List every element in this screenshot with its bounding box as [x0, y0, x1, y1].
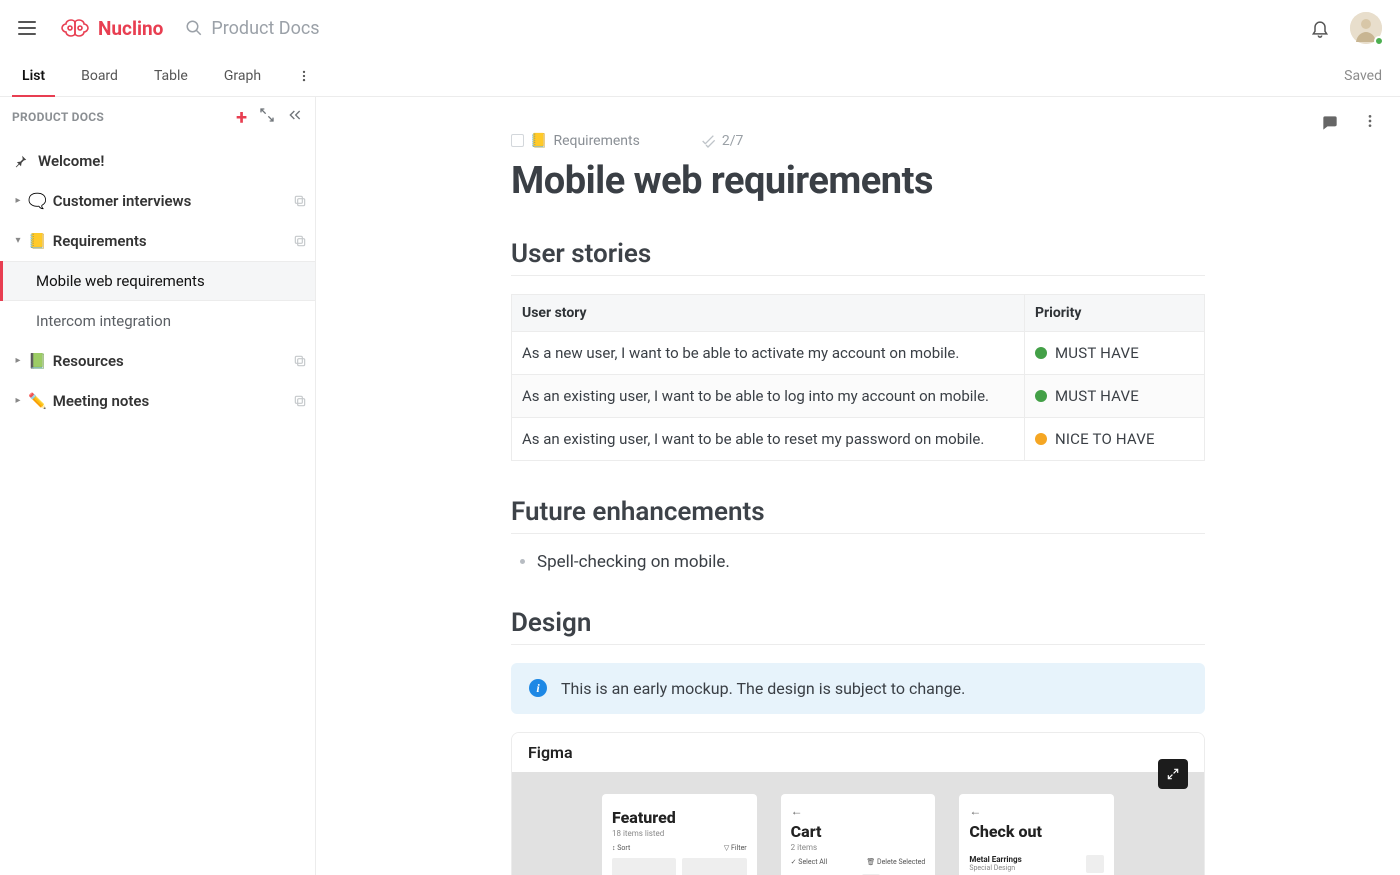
tab-board[interactable]: Board — [77, 56, 122, 96]
info-callout: i This is an early mockup. The design is… — [511, 663, 1205, 714]
sidebar-welcome[interactable]: Welcome! — [0, 141, 315, 181]
priority-dot-icon — [1035, 347, 1047, 359]
expand-icon[interactable] — [259, 107, 275, 127]
figma-frame-cart: ← Cart 2 items ✓ Select All🗑 Delete Sele… — [781, 794, 936, 875]
sidebar-welcome-label: Welcome! — [38, 152, 307, 170]
search-icon — [185, 19, 203, 37]
info-icon: i — [529, 679, 547, 697]
pencil-icon: ✏️ — [28, 392, 47, 410]
tab-table[interactable]: Table — [150, 56, 192, 96]
caret-down-icon: ▾ — [12, 235, 24, 246]
tab-more-icon[interactable] — [293, 69, 315, 83]
topbar: Nuclino Product Docs — [0, 0, 1400, 57]
logo[interactable]: Nuclino — [60, 17, 163, 40]
figma-embed[interactable]: Figma Featured 18 items listed ↕ Sort ▽ … — [511, 732, 1205, 875]
sidebar-title: PRODUCT DOCS — [12, 110, 236, 124]
sidebar-item-customer-interviews[interactable]: ▸ 🗨️ Customer interviews — [0, 181, 315, 221]
sidebar-item-requirements[interactable]: ▾ 📒 Requirements — [0, 221, 315, 261]
tasks-progress[interactable]: 2/7 — [700, 133, 744, 149]
comments-icon[interactable] — [1320, 113, 1340, 133]
table-row[interactable]: As an existing user, I want to be able t… — [512, 417, 1205, 460]
search[interactable]: Product Docs — [185, 18, 1310, 39]
future-list: Spell-checking on mobile. — [511, 552, 1205, 572]
avatar[interactable] — [1350, 12, 1382, 44]
speech-bubble-icon: 🗨️ — [28, 192, 47, 210]
sidebar-item-meeting-notes[interactable]: ▸ ✏️ Meeting notes — [0, 381, 315, 421]
heading-design[interactable]: Design — [511, 608, 1205, 645]
sidebar-item-resources[interactable]: ▸ 📗 Resources — [0, 341, 315, 381]
figma-frame-checkout: ← Check out Metal Earrings Special Desig… — [959, 794, 1114, 875]
collapse-sidebar-icon[interactable] — [287, 107, 303, 127]
table-row[interactable]: As an existing user, I want to be able t… — [512, 374, 1205, 417]
figma-label: Figma — [512, 733, 1204, 772]
brain-icon — [60, 17, 90, 39]
notebook-icon: 📒 — [28, 232, 47, 250]
table-row[interactable]: As a new user, I want to be able to acti… — [512, 331, 1205, 374]
caret-right-icon: ▸ — [12, 355, 24, 366]
list-item[interactable]: Spell-checking on mobile. — [537, 552, 1205, 572]
checkbox-icon — [511, 134, 524, 147]
tab-graph[interactable]: Graph — [220, 56, 265, 96]
user-stories-table: User story Priority As a new user, I wan… — [511, 294, 1205, 461]
bell-icon[interactable] — [1310, 18, 1330, 38]
page-title[interactable]: Mobile web requirements — [511, 159, 1205, 203]
copy-icon[interactable] — [293, 234, 307, 248]
caret-right-icon: ▸ — [12, 395, 24, 406]
breadcrumb: 📒 Requirements 2/7 — [511, 133, 1205, 149]
save-status: Saved — [1344, 68, 1382, 84]
folder-icon: 📒 — [530, 133, 547, 149]
sidebar-child-mobile-web[interactable]: Mobile web requirements — [0, 261, 315, 301]
add-page-icon[interactable]: + — [236, 107, 247, 127]
heading-future-enhancements[interactable]: Future enhancements — [511, 497, 1205, 534]
breadcrumb-parent[interactable]: 📒 Requirements — [511, 133, 640, 149]
th-user-story[interactable]: User story — [512, 294, 1025, 331]
presence-indicator — [1374, 36, 1384, 46]
caret-right-icon: ▸ — [12, 195, 24, 206]
green-book-icon: 📗 — [28, 352, 47, 370]
view-tabs: List Board Table Graph Saved — [0, 57, 1400, 97]
logo-text: Nuclino — [98, 17, 163, 40]
copy-icon[interactable] — [293, 354, 307, 368]
sidebar: PRODUCT DOCS + Welcome! — [0, 97, 316, 875]
callout-text[interactable]: This is an early mockup. The design is s… — [561, 679, 965, 698]
expand-embed-button[interactable] — [1158, 759, 1188, 789]
figma-frame-featured: Featured 18 items listed ↕ Sort ▽ Filter… — [602, 794, 757, 875]
pin-icon — [14, 154, 28, 168]
document: 📒 Requirements 2/7 Mobile web requiremen… — [511, 97, 1205, 875]
menu-toggle[interactable] — [18, 16, 42, 40]
figma-canvas: Featured 18 items listed ↕ Sort ▽ Filter… — [512, 772, 1204, 875]
priority-dot-icon — [1035, 433, 1047, 445]
tab-list[interactable]: List — [18, 56, 49, 96]
sidebar-child-intercom[interactable]: Intercom integration — [0, 301, 315, 341]
search-placeholder: Product Docs — [211, 18, 319, 39]
content-area: 📒 Requirements 2/7 Mobile web requiremen… — [316, 97, 1400, 875]
heading-user-stories[interactable]: User stories — [511, 239, 1205, 276]
priority-dot-icon — [1035, 390, 1047, 402]
page-more-icon[interactable] — [1362, 113, 1378, 133]
copy-icon[interactable] — [293, 394, 307, 408]
th-priority[interactable]: Priority — [1025, 294, 1205, 331]
copy-icon[interactable] — [293, 194, 307, 208]
